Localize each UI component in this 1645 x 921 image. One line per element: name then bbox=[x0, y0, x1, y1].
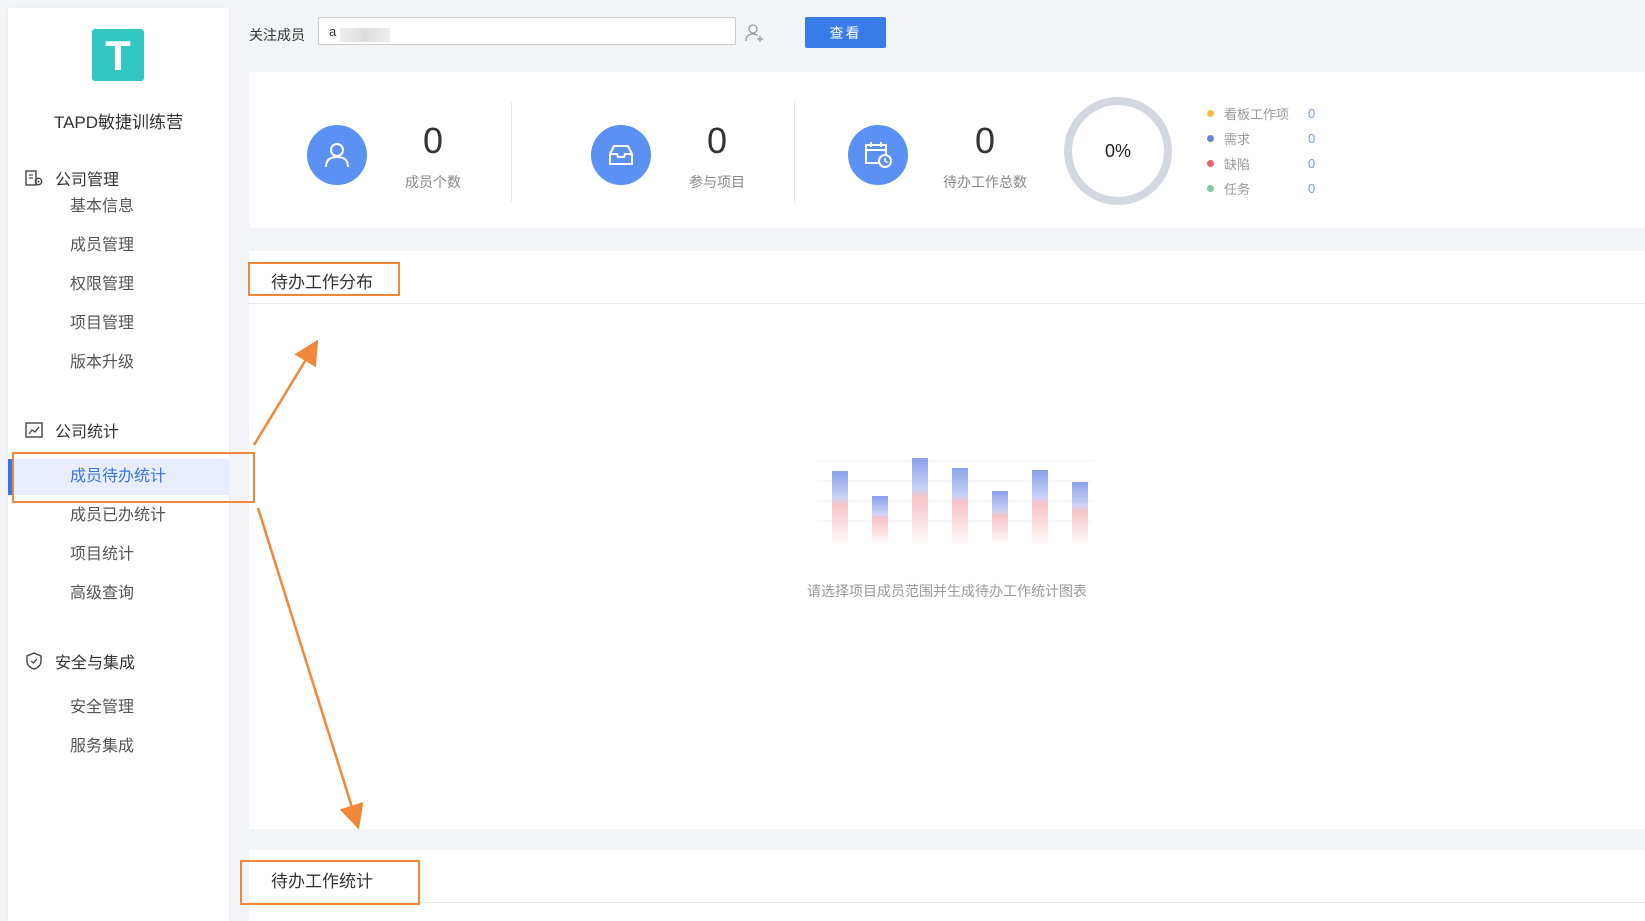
legend-dot bbox=[1207, 184, 1214, 192]
sidebar-item-project-stats[interactable]: 项目统计 bbox=[8, 537, 229, 573]
legend-value: 0 bbox=[1308, 105, 1316, 121]
legend-kanban: 看板工作项 0 bbox=[1207, 103, 1315, 123]
stats-card: 0 成员个数 0 参与项目 0 待办工作总数 0% 看板工作项 0 需求 0 缺… bbox=[249, 72, 1645, 228]
highlight-box-statistics bbox=[240, 860, 420, 905]
view-button[interactable]: 查看 bbox=[805, 17, 886, 48]
sidebar-item-member-management[interactable]: 成员管理 bbox=[8, 228, 229, 264]
calendar-clock-icon bbox=[848, 125, 908, 185]
org-name: TAPD敏捷训练营 bbox=[53, 113, 184, 132]
inbox-icon bbox=[591, 125, 651, 185]
project-count-label: 参与项目 bbox=[689, 174, 745, 190]
sidebar-item-security-management[interactable]: 安全管理 bbox=[8, 690, 229, 726]
stat-divider bbox=[794, 102, 795, 202]
shield-icon bbox=[23, 650, 45, 672]
sidebar-item-basic-info[interactable]: 基本信息 bbox=[8, 189, 229, 225]
todo-distribution-panel: 待办工作分布 请选择项目成员范围并生成待办工作统计图表 bbox=[249, 251, 1645, 829]
legend-dot bbox=[1207, 134, 1214, 142]
sidebar-group-label: 公司管理 bbox=[55, 172, 120, 189]
redacted-name-mask bbox=[340, 28, 390, 42]
empty-chart-message: 请选择项目成员范围并生成待办工作统计图表 bbox=[807, 583, 1087, 599]
member-count: 0 bbox=[422, 120, 444, 161]
todo-count-label: 待办工作总数 bbox=[943, 174, 1027, 190]
sidebar-group-label: 公司统计 bbox=[55, 424, 120, 441]
company-logo: T bbox=[92, 29, 144, 81]
legend-dot bbox=[1207, 159, 1214, 167]
project-count: 0 bbox=[706, 120, 728, 161]
placeholder-chart-illustration bbox=[802, 446, 1102, 546]
sidebar-item-advanced-query[interactable]: 高级查询 bbox=[8, 576, 229, 612]
legend-dot bbox=[1207, 109, 1214, 117]
legend-value: 0 bbox=[1308, 155, 1316, 171]
todo-statistics-panel: 待办工作统计 bbox=[249, 850, 1645, 921]
follow-members-label: 关注成员 bbox=[249, 27, 305, 43]
todo-donut-chart: 0% bbox=[1062, 95, 1174, 207]
legend-task: 任务 0 bbox=[1207, 178, 1315, 198]
sidebar-group-company-statistics: 公司统计 bbox=[23, 418, 119, 442]
panel-header: 待办工作分布 bbox=[249, 251, 1645, 304]
sidebar-item-project-management[interactable]: 项目管理 bbox=[8, 306, 229, 342]
todo-count: 0 bbox=[974, 120, 996, 161]
sidebar-group-label: 安全与集成 bbox=[55, 655, 136, 672]
stat-divider bbox=[511, 102, 512, 202]
donut-percent: 0% bbox=[1105, 141, 1131, 161]
legend-requirement: 需求 0 bbox=[1207, 128, 1315, 148]
legend-value: 0 bbox=[1308, 180, 1316, 196]
legend-name: 需求 bbox=[1224, 131, 1251, 147]
sidebar-item-version-upgrade[interactable]: 版本升级 bbox=[8, 345, 229, 381]
highlight-box-active-menu bbox=[12, 452, 255, 503]
legend-value: 0 bbox=[1308, 130, 1316, 146]
legend-name: 看板工作项 bbox=[1224, 106, 1290, 122]
sidebar-item-member-done-stats[interactable]: 成员已办统计 bbox=[8, 498, 229, 534]
panel-header: 待办工作统计 bbox=[249, 850, 1645, 903]
member-count-label: 成员个数 bbox=[405, 174, 461, 190]
sidebar-group-company-management: 公司管理 bbox=[23, 166, 119, 190]
sidebar-item-permission-management[interactable]: 权限管理 bbox=[8, 267, 229, 303]
user-icon bbox=[307, 125, 367, 185]
highlight-box-distribution bbox=[248, 262, 400, 296]
chart-icon bbox=[23, 419, 45, 441]
legend-name: 任务 bbox=[1224, 181, 1251, 197]
add-user-icon[interactable] bbox=[744, 22, 766, 44]
legend-name: 缺陷 bbox=[1224, 156, 1251, 172]
company-icon bbox=[23, 167, 45, 189]
sidebar-item-service-integration[interactable]: 服务集成 bbox=[8, 729, 229, 765]
legend-defect: 缺陷 0 bbox=[1207, 153, 1315, 173]
sidebar-group-security-integration: 安全与集成 bbox=[23, 649, 135, 673]
